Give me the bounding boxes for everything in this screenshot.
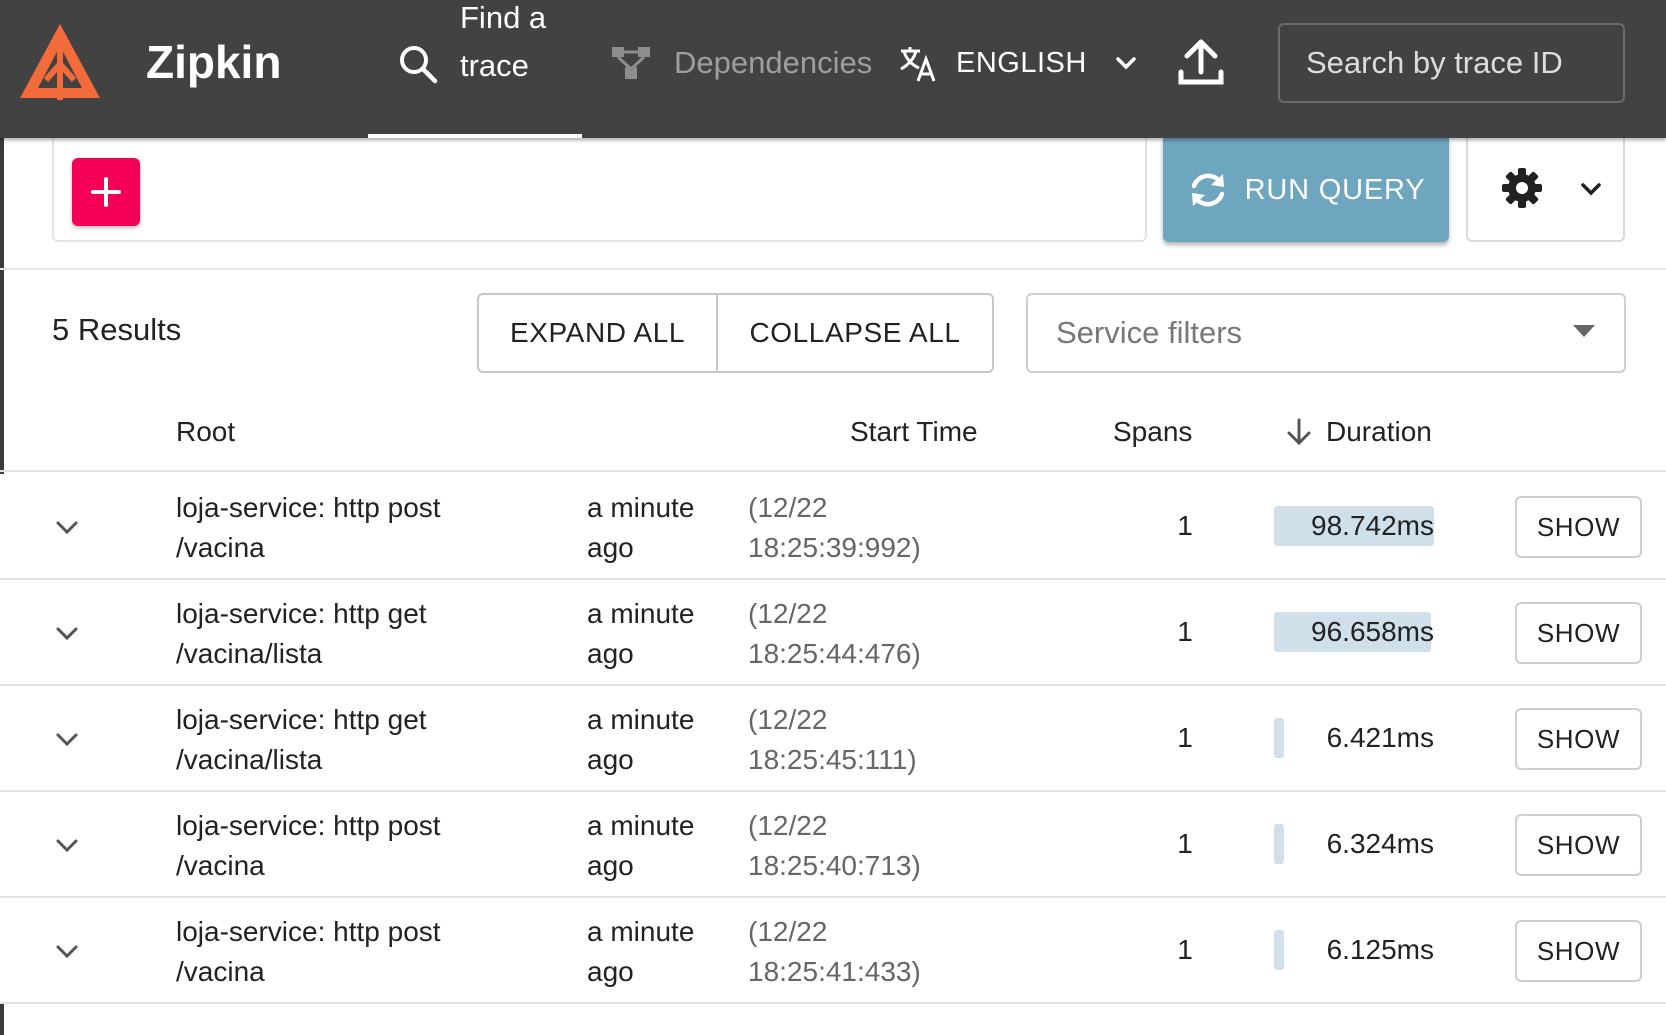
expand-all-button[interactable]: EXPAND ALL [479, 295, 718, 371]
trace-root-name: loja-service: http get /vacina/lista [176, 704, 427, 775]
translate-icon [900, 47, 936, 82]
nav-tab-dependencies[interactable]: Dependencies [610, 40, 872, 86]
trace-absolute-time: (12/22 18:25:40:713) [748, 810, 921, 881]
results-table-header: Root Start Time Spans Duration [0, 400, 1666, 472]
trace-absolute-time: (12/22 18:25:45:111) [748, 704, 917, 775]
nav-tab-find-trace[interactable]: Find a trace [368, 0, 582, 138]
upload-icon[interactable] [1176, 38, 1226, 88]
add-criteria-button[interactable] [72, 158, 140, 226]
trace-duration-label: 6.421ms [1326, 722, 1434, 753]
dropdown-arrow-icon [1573, 325, 1595, 337]
run-query-label: RUN QUERY [1244, 173, 1426, 206]
trace-relative-time: a minute ago [587, 492, 695, 563]
trace-duration-label: 6.125ms [1326, 934, 1434, 965]
table-row[interactable]: loja-service: http post /vacina a minute… [0, 898, 1666, 1004]
search-icon [400, 46, 438, 84]
duration-bar [1274, 718, 1284, 758]
show-trace-button[interactable]: SHOW [1515, 496, 1642, 558]
nav-tab-dependencies-label: Dependencies [674, 45, 873, 80]
trace-id-search-input[interactable] [1278, 23, 1625, 103]
trace-absolute-time: (12/22 18:25:44:476) [748, 598, 921, 669]
service-filters-select[interactable]: Service filters [1026, 293, 1626, 373]
trace-duration: 96.658ms [1274, 612, 1434, 652]
section-divider [0, 268, 1666, 270]
trace-relative-time: a minute ago [587, 598, 695, 669]
duration-bar [1274, 930, 1284, 970]
trace-span-count: 1 [1177, 510, 1193, 541]
query-settings-button[interactable] [1466, 138, 1625, 242]
chevron-down-icon[interactable] [52, 724, 82, 754]
zipkin-logo-icon[interactable] [16, 20, 104, 106]
table-row[interactable]: loja-service: http get /vacina/lista a m… [0, 580, 1666, 686]
chevron-down-icon [1581, 183, 1601, 196]
trace-span-count: 1 [1177, 722, 1193, 753]
plus-icon [91, 177, 121, 207]
trace-root-name: loja-service: http post /vacina [176, 916, 441, 987]
collapse-all-button[interactable]: COLLAPSE ALL [718, 295, 992, 371]
duration-bar [1274, 824, 1284, 864]
trace-absolute-time: (12/22 18:25:41:433) [748, 916, 921, 987]
show-trace-button[interactable]: SHOW [1515, 708, 1642, 770]
chevron-down-icon[interactable] [52, 936, 82, 966]
trace-duration: 98.742ms [1274, 506, 1434, 546]
app-brand-title[interactable]: Zipkin [146, 34, 281, 90]
language-selector-label: ENGLISH [956, 46, 1087, 79]
show-trace-button[interactable]: SHOW [1515, 920, 1642, 982]
trace-relative-time: a minute ago [587, 810, 695, 881]
nav-tab-find-trace-label: Find a trace [460, 0, 547, 83]
show-trace-button[interactable]: SHOW [1515, 602, 1642, 664]
top-app-bar: Zipkin Find a trace Dependencies ENGLISH [0, 0, 1666, 138]
trace-duration-label: 6.324ms [1326, 828, 1434, 859]
trace-span-count: 1 [1177, 616, 1193, 647]
trace-duration: 6.125ms [1274, 930, 1434, 970]
trace-span-count: 1 [1177, 828, 1193, 859]
chevron-down-icon[interactable] [52, 618, 82, 648]
chevron-down-icon[interactable] [52, 512, 82, 542]
dependencies-icon [612, 47, 650, 79]
chevron-down-icon [1116, 57, 1136, 70]
run-query-button[interactable]: RUN QUERY [1163, 138, 1449, 242]
results-count: 5 Results [52, 312, 182, 347]
arrow-down-icon [1287, 418, 1311, 446]
trace-span-count: 1 [1177, 934, 1193, 965]
trace-duration-label: 98.742ms [1311, 510, 1434, 541]
refresh-icon [1191, 173, 1224, 207]
table-row[interactable]: loja-service: http post /vacina a minute… [0, 474, 1666, 580]
trace-root-name: loja-service: http get /vacina/lista [176, 598, 427, 669]
trace-relative-time: a minute ago [587, 916, 695, 987]
trace-root-name: loja-service: http post /vacina [176, 810, 441, 881]
column-header-root[interactable]: Root [176, 416, 235, 448]
trace-relative-time: a minute ago [587, 704, 695, 775]
expand-collapse-button-group: EXPAND ALL COLLAPSE ALL [477, 293, 994, 373]
chevron-down-icon[interactable] [52, 830, 82, 860]
trace-duration-label: 96.658ms [1311, 616, 1434, 647]
trace-absolute-time: (12/22 18:25:39:992) [748, 492, 921, 563]
trace-duration: 6.324ms [1274, 824, 1434, 864]
column-header-duration[interactable]: Duration [1286, 416, 1432, 448]
gear-icon [1502, 168, 1542, 208]
column-header-duration-label: Duration [1326, 416, 1432, 447]
table-row[interactable]: loja-service: http get /vacina/lista a m… [0, 686, 1666, 792]
trace-root-name: loja-service: http post /vacina [176, 492, 441, 563]
column-header-start-time[interactable]: Start Time [850, 416, 978, 448]
service-filters-placeholder: Service filters [1056, 315, 1243, 350]
query-criteria-box[interactable] [52, 138, 1147, 242]
column-header-spans[interactable]: Spans [1113, 416, 1192, 448]
table-row[interactable]: loja-service: http post /vacina a minute… [0, 792, 1666, 898]
show-trace-button[interactable]: SHOW [1515, 814, 1642, 876]
trace-duration: 6.421ms [1274, 718, 1434, 758]
language-selector[interactable]: ENGLISH [898, 38, 1139, 88]
